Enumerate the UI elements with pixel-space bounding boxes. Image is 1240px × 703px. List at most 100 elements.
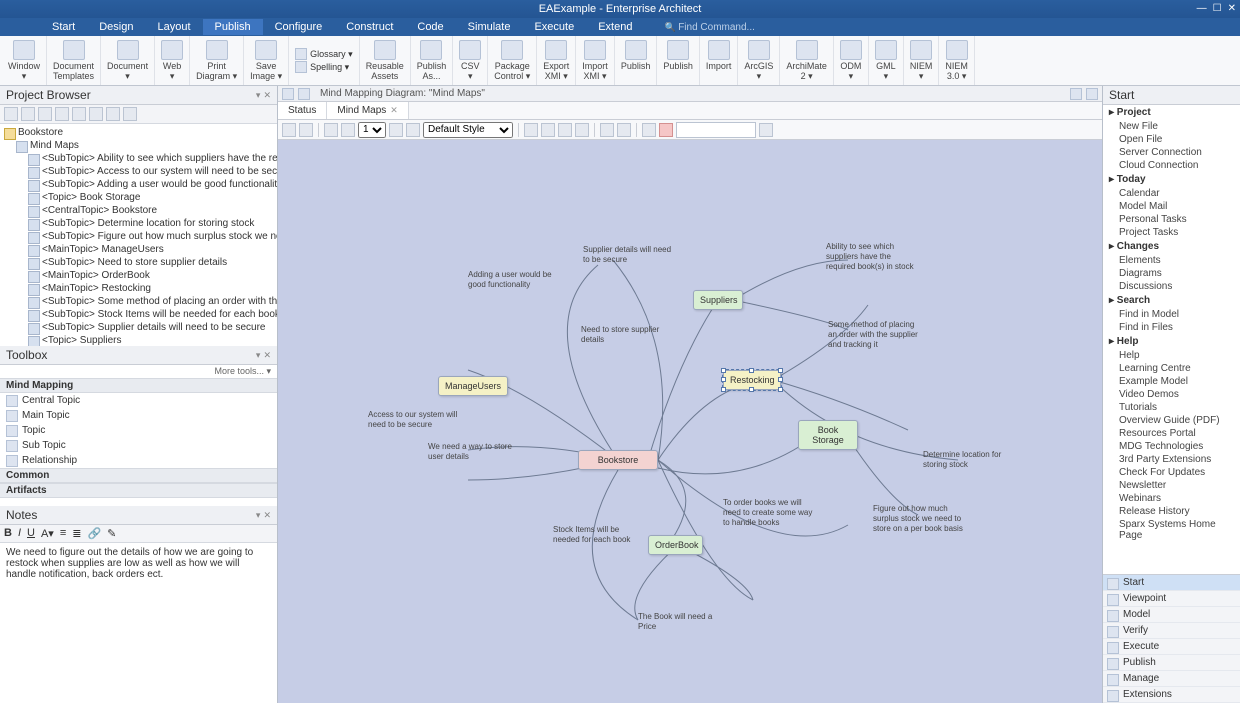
find-icon[interactable]: [617, 123, 631, 137]
forward-icon[interactable]: [298, 88, 310, 100]
tool-main-topic[interactable]: Main Topic: [0, 408, 277, 423]
color-button[interactable]: A▾: [41, 527, 54, 540]
start-tab-start[interactable]: Start: [1103, 575, 1240, 591]
start-item-learning-centre[interactable]: Learning Centre: [1103, 362, 1240, 375]
ribbon-import[interactable]: Import XMI ▾: [576, 36, 615, 85]
style-select[interactable]: Default Style: [423, 122, 513, 138]
start-item-project-tasks[interactable]: Project Tasks: [1103, 226, 1240, 239]
tree-item-11[interactable]: <SubTopic> Some method of placing an ord…: [4, 295, 277, 308]
start-section-help[interactable]: ▸ Help: [1103, 334, 1240, 349]
start-item-newsletter[interactable]: Newsletter: [1103, 479, 1240, 492]
wand-icon[interactable]: [406, 123, 420, 137]
tree-item-8[interactable]: <SubTopic> Need to store supplier detail…: [4, 256, 277, 269]
bold-button[interactable]: B: [4, 527, 12, 540]
align-center-icon[interactable]: [541, 123, 555, 137]
start-item-elements[interactable]: Elements: [1103, 254, 1240, 267]
start-item-example-model[interactable]: Example Model: [1103, 375, 1240, 388]
menu-publish[interactable]: Publish: [203, 19, 263, 35]
start-tab-viewpoint[interactable]: Viewpoint: [1103, 591, 1240, 607]
down-icon[interactable]: [72, 107, 86, 121]
ribbon-export[interactable]: Export XMI ▾: [537, 36, 576, 85]
ribbon-document[interactable]: Document Templates: [47, 36, 101, 85]
start-item-release-history[interactable]: Release History: [1103, 505, 1240, 518]
start-item-overview-guide-pdf-[interactable]: Overview Guide (PDF): [1103, 414, 1240, 427]
menu-extend[interactable]: Extend: [586, 19, 644, 35]
find-command[interactable]: Find Command...: [664, 22, 754, 33]
menu-execute[interactable]: Execute: [522, 19, 586, 35]
search-diagram-input[interactable]: [676, 122, 756, 138]
open-icon[interactable]: [21, 107, 35, 121]
tree-item-5[interactable]: <SubTopic> Determine location for storin…: [4, 217, 277, 230]
ribbon-window[interactable]: Window ▾: [2, 36, 47, 85]
start-tab-model[interactable]: Model: [1103, 607, 1240, 623]
pin-icon[interactable]: ▾: [256, 90, 261, 101]
pin-icon[interactable]: ▾: [256, 350, 261, 361]
menu-construct[interactable]: Construct: [334, 19, 405, 35]
menu-simulate[interactable]: Simulate: [456, 19, 523, 35]
start-item-new-file[interactable]: New File: [1103, 120, 1240, 133]
bold-icon[interactable]: [299, 123, 313, 137]
tree-root[interactable]: Bookstore: [4, 126, 277, 139]
ribbon-csv[interactable]: CSV ▾: [453, 36, 488, 85]
ribbon-print[interactable]: Print Diagram ▾: [190, 36, 244, 85]
tree-item-14[interactable]: <Topic> Suppliers: [4, 334, 277, 346]
ribbon-spelling[interactable]: Spelling ▾: [295, 61, 353, 73]
tool-topic[interactable]: Topic: [0, 423, 277, 438]
tool-sub-topic[interactable]: Sub Topic: [0, 438, 277, 453]
save-icon[interactable]: [38, 107, 52, 121]
node-bookstorage[interactable]: Book Storage: [798, 420, 858, 450]
refresh-icon[interactable]: [89, 107, 103, 121]
view-icon[interactable]: [1070, 88, 1082, 100]
brush-icon[interactable]: [389, 123, 403, 137]
delete-icon[interactable]: [659, 123, 673, 137]
node-orderbook[interactable]: OrderBook: [648, 535, 703, 555]
node-suppliers[interactable]: Suppliers: [693, 290, 743, 310]
start-section-today[interactable]: ▸ Today: [1103, 172, 1240, 187]
menu-code[interactable]: Code: [405, 19, 455, 35]
tree-item-13[interactable]: <SubTopic> Supplier details will need to…: [4, 321, 277, 334]
ribbon-gml[interactable]: GML ▾: [869, 36, 904, 85]
start-item-calendar[interactable]: Calendar: [1103, 187, 1240, 200]
tab-mindmaps[interactable]: Mind Maps✕: [327, 102, 408, 119]
ribbon-arcgis[interactable]: ArcGIS ▾: [738, 36, 780, 85]
ribbon-odm[interactable]: ODM ▾: [834, 36, 869, 85]
start-item-tutorials[interactable]: Tutorials: [1103, 401, 1240, 414]
tree-item-4[interactable]: <CentralTopic> Bookstore: [4, 204, 277, 217]
ribbon-glossary[interactable]: Glossary ▾: [295, 48, 353, 60]
tree-item-2[interactable]: <SubTopic> Adding a user would be good f…: [4, 178, 277, 191]
tool-relationship[interactable]: Relationship: [0, 453, 277, 468]
zoom-select[interactable]: 1: [358, 122, 386, 138]
project-browser-tree[interactable]: BookstoreMind Maps<SubTopic> Ability to …: [0, 124, 277, 346]
start-item-sparx-systems-home-page[interactable]: Sparx Systems Home Page: [1103, 518, 1240, 542]
ribbon-import[interactable]: Import: [700, 36, 739, 85]
toolbox-list[interactable]: More tools... ▾Mind MappingCentral Topic…: [0, 365, 277, 506]
tree-item-0[interactable]: <SubTopic> Ability to see which supplier…: [4, 152, 277, 165]
start-tab-extensions[interactable]: Extensions: [1103, 687, 1240, 703]
ribbon-document[interactable]: Document ▾: [101, 36, 155, 85]
new-icon[interactable]: [4, 107, 18, 121]
tab-status[interactable]: Status: [278, 102, 327, 119]
ribbon-reusable[interactable]: Reusable Assets: [360, 36, 411, 85]
start-item-webinars[interactable]: Webinars: [1103, 492, 1240, 505]
start-item-cloud-connection[interactable]: Cloud Connection: [1103, 159, 1240, 172]
menu-design[interactable]: Design: [87, 19, 145, 35]
start-item-resources-portal[interactable]: Resources Portal: [1103, 427, 1240, 440]
menu-start[interactable]: Start: [40, 19, 87, 35]
panel-close-icon[interactable]: ✕: [263, 350, 271, 361]
distribute-icon[interactable]: [575, 123, 589, 137]
node-restocking[interactable]: Restocking: [723, 370, 781, 390]
filter-icon[interactable]: [759, 123, 773, 137]
close-icon[interactable]: ✕: [1228, 0, 1236, 18]
start-item-help[interactable]: Help: [1103, 349, 1240, 362]
back-icon[interactable]: [282, 88, 294, 100]
underline-button[interactable]: U: [27, 527, 35, 540]
node-manageusers[interactable]: ManageUsers: [438, 376, 508, 396]
tree-item-7[interactable]: <MainTopic> ManageUsers: [4, 243, 277, 256]
pin-icon[interactable]: ▾: [256, 510, 261, 521]
ribbon-publish[interactable]: Publish As...: [411, 36, 454, 85]
align-left-icon[interactable]: [524, 123, 538, 137]
start-item-personal-tasks[interactable]: Personal Tasks: [1103, 213, 1240, 226]
tree-item-1[interactable]: <SubTopic> Access to our system will nee…: [4, 165, 277, 178]
ribbon-web[interactable]: Web ▾: [155, 36, 190, 85]
canvas[interactable]: Bookstore ManageUsers Suppliers Restocki…: [278, 140, 1102, 703]
